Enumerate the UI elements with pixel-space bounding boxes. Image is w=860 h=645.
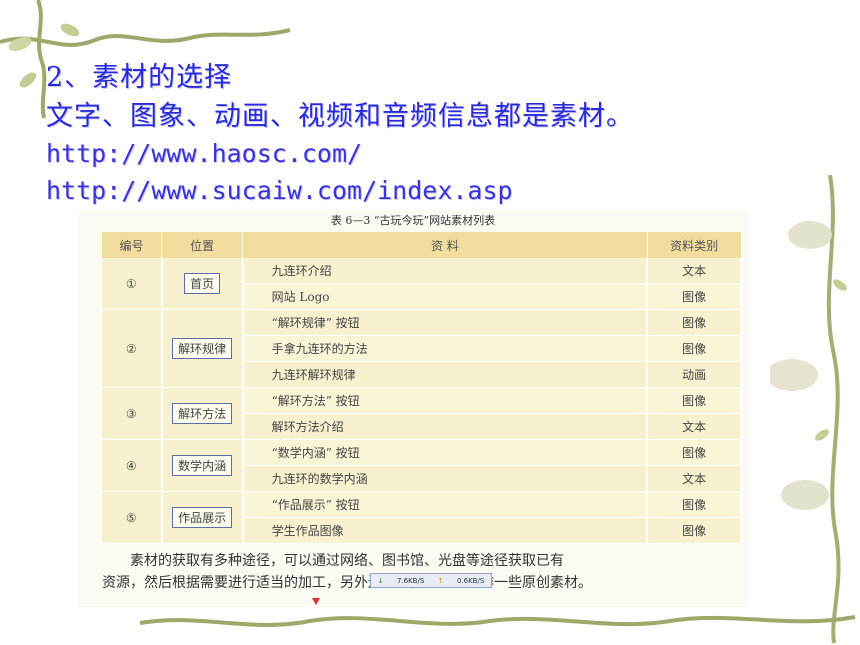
table-row: ① 首页 九连环介绍 文本 (102, 258, 742, 310)
row-category: 图像 (647, 491, 742, 518)
header-num: 编号 (102, 232, 163, 258)
header-resource: 资 料 (242, 232, 648, 258)
row-resource: 学生作品图像 (242, 517, 649, 544)
table-row: ③ 解环方法 “解环方法” 按钮 图像 (102, 387, 742, 440)
row-resource: 九连环的数学内涵 (242, 465, 649, 492)
header-category: 资料类别 (647, 232, 742, 258)
paragraph-line-1: 素材的获取有多种途径，可以通过网络、图书馆、光盘等途径获取已有 (130, 553, 564, 569)
table-header-row: 编号 位置 资 料 资料类别 (102, 232, 742, 258)
row-resource: 手拿九连环的方法 (242, 335, 649, 362)
row-category: 文本 (647, 413, 742, 440)
row-category: 文本 (647, 465, 742, 492)
triangle-marker-icon (312, 598, 320, 605)
row-number: ③ (102, 387, 163, 440)
position-box: 解环规律 (172, 338, 233, 359)
arrow-down-icon: ↓ (377, 576, 384, 585)
row-category: 图像 (647, 283, 742, 310)
vine-decoration-right (770, 175, 847, 644)
row-category: 图像 (647, 517, 742, 544)
row-number: ① (102, 258, 163, 310)
row-category: 图像 (647, 439, 742, 466)
position-box: 数学内涵 (172, 455, 233, 476)
download-speed: 7.6KB/S (396, 576, 425, 585)
scanned-textbook-image: 表 6—3 “古玩今玩”网站素材列表 编号 位置 资 料 资料类别 ① 首页 九… (78, 210, 748, 607)
table-row: ② 解环规律 “解环规律” 按钮 图像 (102, 309, 742, 388)
row-category: 文本 (647, 258, 742, 284)
row-category: 图像 (647, 335, 742, 362)
row-category: 图像 (647, 309, 742, 336)
row-position: 解环方法 (161, 387, 244, 440)
row-category: 动画 (647, 361, 742, 388)
position-box: 首页 (184, 273, 221, 294)
row-resource: 九连环解环规律 (242, 361, 649, 388)
table-row: ⑤ 作品展示 “作品展示” 按钮 图像 (102, 491, 742, 544)
table-row: ④ 数学内涵 “数学内涵” 按钮 图像 (102, 439, 742, 492)
row-resource: “解环方法” 按钮 (242, 387, 649, 414)
row-number: ② (102, 309, 163, 388)
position-box: 作品展示 (172, 507, 233, 528)
header-position: 位置 (161, 232, 244, 258)
material-table: 编号 位置 资 料 资料类别 ① 首页 九连环介绍 文本 网站 Logo 图像 … (102, 232, 742, 544)
row-resource: “数学内涵” 按钮 (242, 439, 649, 466)
row-resource: 网站 Logo (242, 283, 649, 310)
row-number: ⑤ (102, 491, 163, 544)
table-caption: 表 6—3 “古玩今玩”网站素材列表 (330, 214, 496, 227)
url-sucaiw[interactable]: http://www.sucaiw.com/index.asp (46, 176, 513, 205)
upload-speed: 0.6KB/S (456, 576, 485, 585)
position-box: 解环方法 (172, 403, 233, 424)
slide-heading: 2、素材的选择 (46, 62, 233, 93)
row-position: 作品展示 (161, 491, 244, 544)
row-position: 首页 (161, 258, 244, 310)
row-position: 解环规律 (161, 309, 244, 388)
row-resource: “作品展示” 按钮 (242, 491, 649, 518)
network-speed-widget[interactable]: ↓ 7.6KB/S ↑ 0.6KB/S (370, 573, 492, 588)
row-resource: 解环方法介绍 (242, 413, 649, 440)
row-number: ④ (102, 439, 163, 492)
row-resource: 九连环介绍 (242, 258, 649, 284)
row-resource: “解环规律” 按钮 (242, 309, 649, 336)
url-haosc[interactable]: http://www.haosc.com/ (46, 139, 362, 168)
row-category: 图像 (647, 387, 742, 414)
arrow-up-icon: ↑ (437, 576, 444, 585)
slide-subtitle: 文字、图象、动画、视频和音频信息都是素材。 (46, 101, 634, 132)
row-position: 数学内涵 (161, 439, 244, 492)
